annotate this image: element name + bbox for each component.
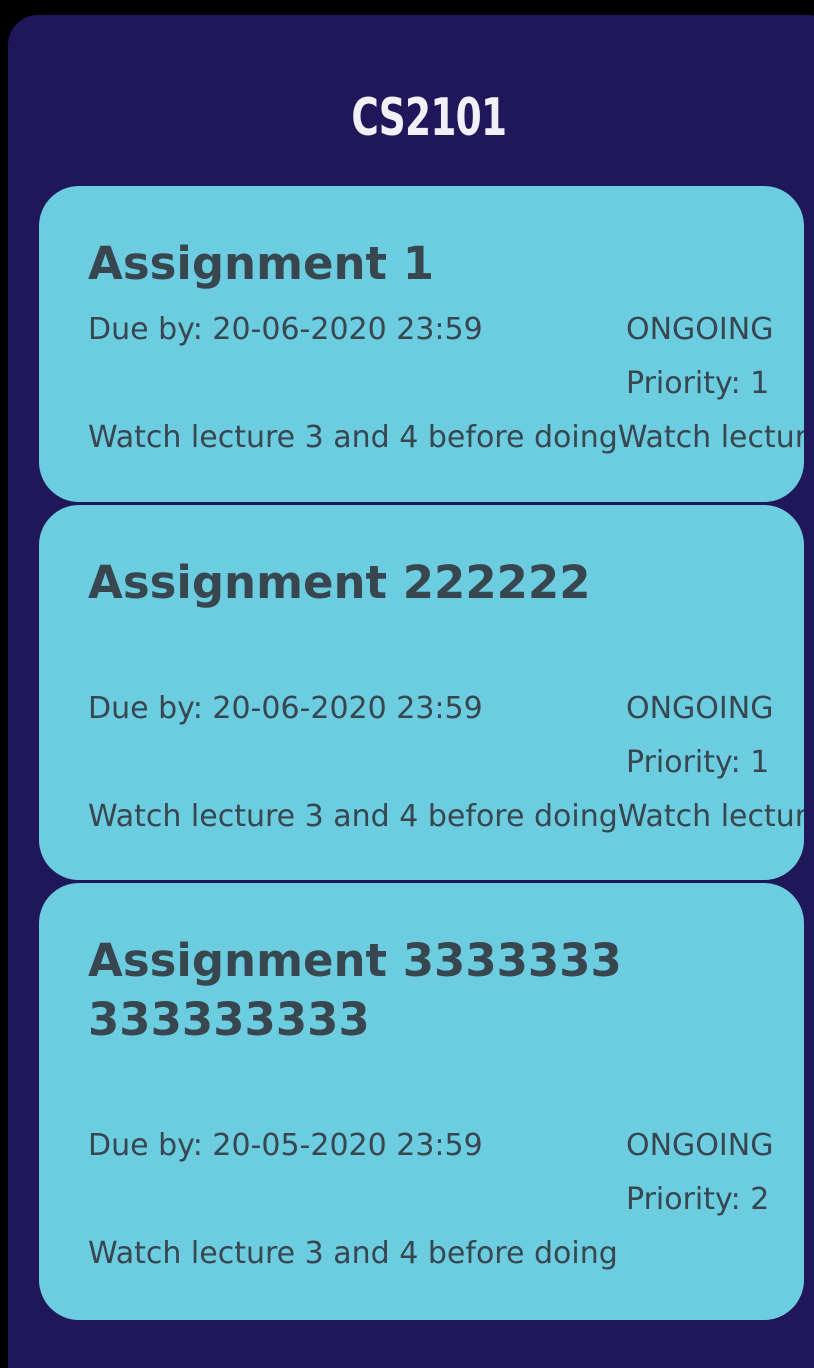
assignment-card[interactable]: Assignment 222222 Due by: 20-06-2020 23:… bbox=[39, 505, 804, 880]
status-label: ONGOING bbox=[626, 1128, 774, 1163]
assignment-card[interactable]: Assignment 3333333333333333 Due by: 20-0… bbox=[39, 883, 804, 1320]
status-label: ONGOING bbox=[626, 312, 774, 347]
assignment-description: Watch lecture 3 and 4 before doingWatch … bbox=[88, 799, 804, 834]
due-date: Due by: 20-05-2020 23:59 bbox=[88, 1128, 483, 1163]
due-date: Due by: 20-06-2020 23:59 bbox=[88, 312, 483, 347]
assignment-description: Watch lecture 3 and 4 before doing bbox=[88, 1236, 618, 1271]
assignment-title: Assignment 3333333333333333 bbox=[88, 934, 622, 1046]
assignment-title: Assignment 1 bbox=[88, 237, 435, 290]
priority-label: Priority: 1 bbox=[626, 366, 770, 401]
priority-label: Priority: 2 bbox=[626, 1182, 770, 1217]
priority-label: Priority: 1 bbox=[626, 745, 770, 780]
assignment-title: Assignment 222222 bbox=[88, 556, 591, 609]
due-date: Due by: 20-06-2020 23:59 bbox=[88, 691, 483, 726]
module-title: CS2101 bbox=[351, 88, 507, 148]
status-label: ONGOING bbox=[626, 691, 774, 726]
assignment-description: Watch lecture 3 and 4 before doingWatch … bbox=[88, 420, 804, 455]
assignment-card[interactable]: Assignment 1 Due by: 20-06-2020 23:59 ON… bbox=[39, 186, 804, 502]
